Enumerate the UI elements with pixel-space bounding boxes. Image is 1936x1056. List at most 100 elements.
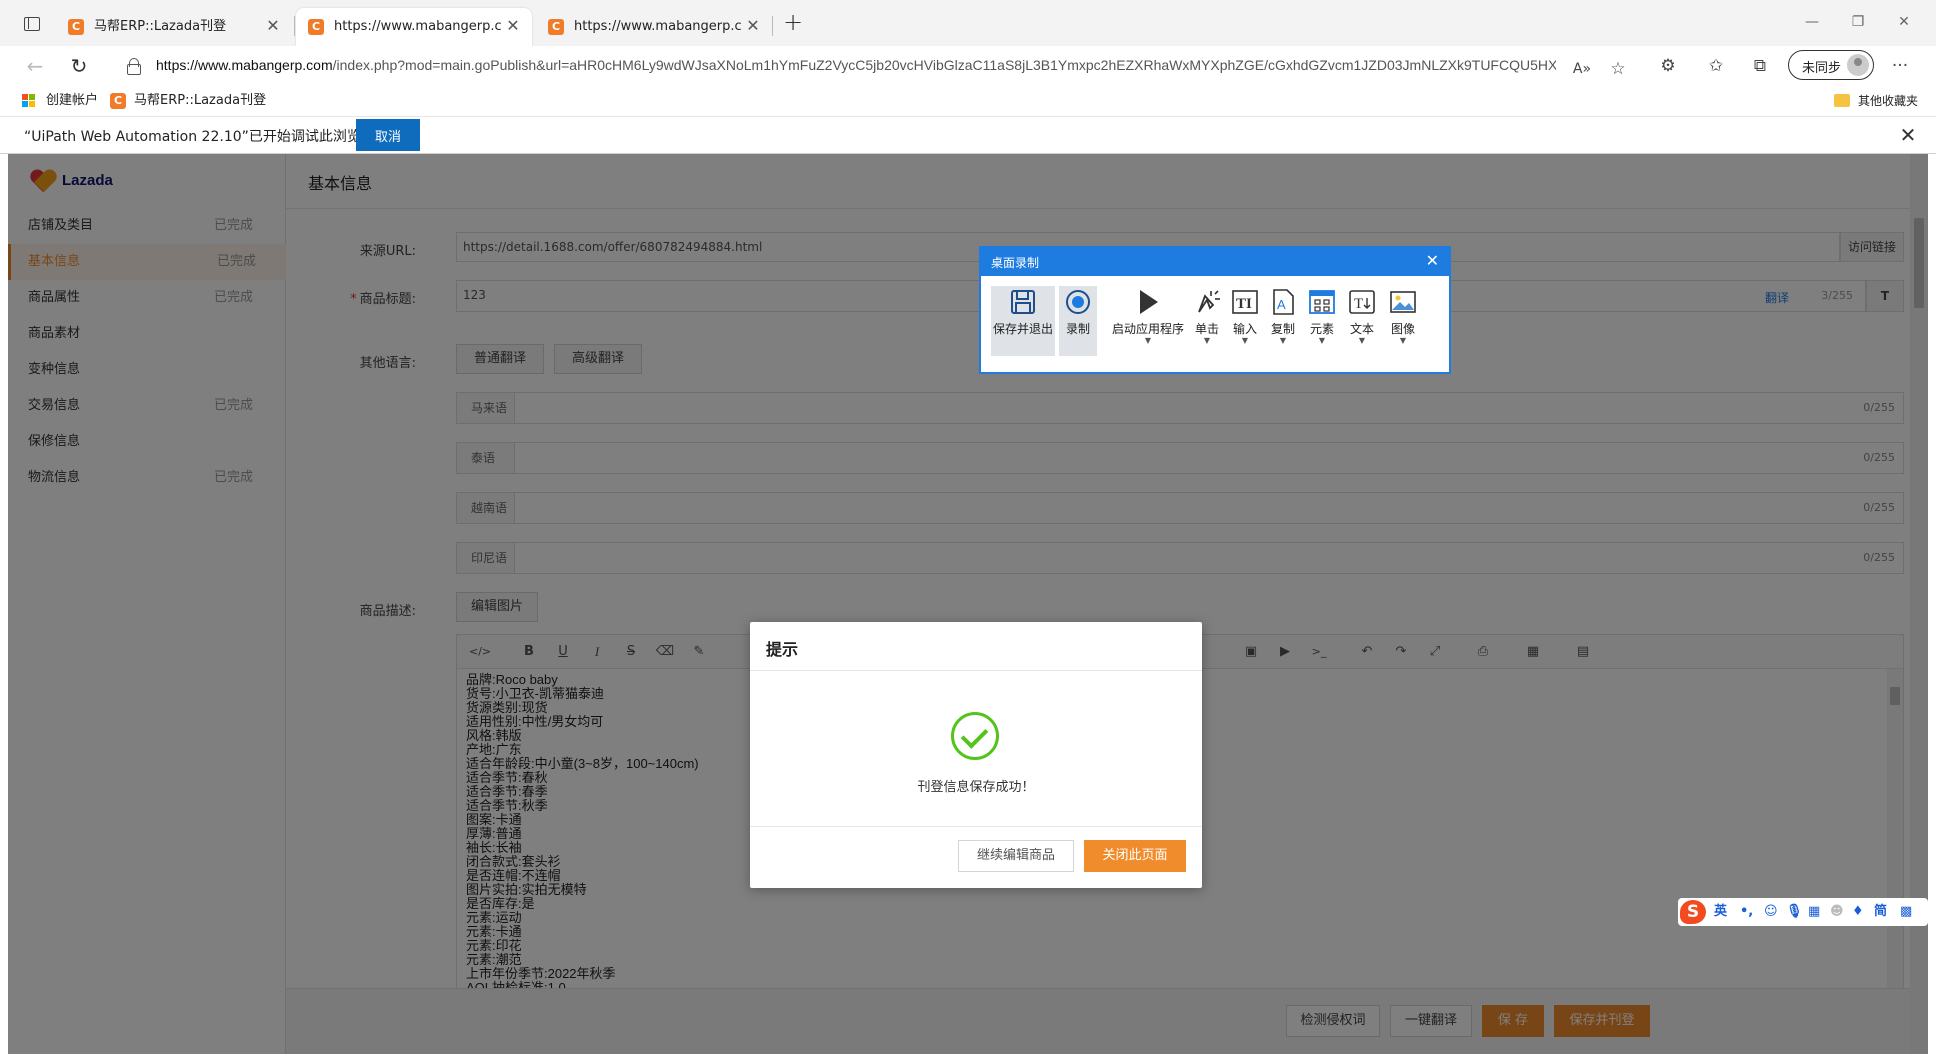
bookmark-label: 马帮ERP::Lazada刊登 (134, 93, 267, 108)
infobar-message: “UiPath Web Automation 22.10”已开始调试此浏览器 (24, 129, 375, 145)
mabang-favicon-icon: C (308, 19, 324, 35)
dropdown-caret-icon[interactable]: ▼ (1189, 336, 1225, 345)
bookmark-label: 创建帐户 (46, 93, 99, 108)
browser-tab-bar: C 马帮ERP::Lazada刊登 ✕ C https://www.mabang… (0, 0, 1936, 46)
svg-text:T: T (1354, 296, 1363, 312)
dropdown-caret-icon[interactable]: ▼ (1227, 336, 1263, 345)
dropdown-caret-icon[interactable]: ▼ (1109, 336, 1187, 345)
ime-language-toggle[interactable]: 英 (1714, 902, 1727, 922)
skin-shirt-icon[interactable]: ♦ (1852, 902, 1864, 922)
bookmark-mabang[interactable]: C 马帮ERP::Lazada刊登 (110, 91, 270, 111)
restore-icon[interactable]: ❐ (1838, 8, 1878, 36)
profile-button[interactable]: 未同步 (1788, 50, 1874, 80)
tab-title: https://www.mabangerp.com/inde... (334, 19, 502, 34)
dialog-message: 刊登信息保存成功！ (917, 780, 1035, 795)
browser-tab-1[interactable]: C 马帮ERP::Lazada刊登 ✕ (56, 8, 292, 46)
add-favorite-star-icon[interactable]: ☆ (1606, 57, 1630, 81)
recorder-close-icon[interactable]: ✕ (1426, 252, 1439, 270)
text-tool[interactable]: T 文本 ▼ (1343, 286, 1381, 356)
ime-mode-toggle[interactable]: 简 (1874, 902, 1887, 922)
new-tab-icon[interactable]: + (780, 10, 806, 36)
extensions-icon[interactable]: ⚙ (1656, 54, 1680, 78)
divider (750, 670, 1202, 671)
user-icon[interactable]: ☻ (1830, 902, 1844, 922)
tab-actions-icon[interactable] (20, 12, 42, 34)
modal-overlay (8, 154, 1928, 1054)
ime-menu-grid-icon[interactable]: ▩ (1900, 902, 1912, 922)
folder-icon (1834, 94, 1850, 107)
url-field[interactable]: https://www.mabangerp.com/index.php?mod=… (108, 49, 1638, 83)
dialog-title: 提示 (766, 640, 799, 659)
bookmark-create-account[interactable]: 创建帐户 (22, 91, 102, 111)
tab-close-icon[interactable]: ✕ (264, 17, 282, 35)
emoji-icon[interactable]: ☺ (1764, 902, 1778, 922)
read-aloud-icon[interactable]: A» (1570, 57, 1594, 81)
recorder-titlebar: 桌面录制 ✕ (981, 248, 1449, 276)
punctuation-icon[interactable]: •, (1740, 902, 1753, 922)
other-favorites-folder[interactable]: 其他收藏夹 (1834, 91, 1930, 111)
success-check-icon (951, 712, 999, 760)
record-tool[interactable]: 录制 (1059, 286, 1097, 356)
divider (750, 826, 1202, 827)
tool-label: 保存并退出 (992, 322, 1053, 336)
continue-editing-button[interactable]: 继续编辑商品 (958, 840, 1074, 872)
bookmarks-bar: 创建帐户 C 马帮ERP::Lazada刊登 其他收藏夹 (0, 86, 1936, 116)
floppy-icon (1011, 290, 1035, 314)
sogou-logo-icon[interactable]: S (1680, 900, 1706, 924)
browser-tab-2[interactable]: C https://www.mabangerp.com/inde... ✕ (296, 8, 532, 46)
back-arrow-icon[interactable]: ← (20, 52, 50, 80)
debug-infobar: “UiPath Web Automation 22.10”已开始调试此浏览器 取… (0, 116, 1936, 154)
page-viewport: Lazada 店铺及类目 已完成 基本信息 已完成 商品属性 已完成 商品素材 … (8, 154, 1928, 1054)
tool-label: 录制 (1065, 322, 1090, 336)
launch-app-tool[interactable]: 启动应用程序 ▼ (1109, 286, 1187, 356)
tool-label: 图像 (1390, 322, 1415, 336)
dropdown-caret-icon[interactable]: ▼ (1303, 336, 1341, 345)
type-icon: TI (1232, 290, 1258, 314)
minimize-icon[interactable]: — (1792, 8, 1832, 36)
text-icon: T (1349, 290, 1375, 314)
play-icon (1140, 290, 1158, 314)
mabang-favicon-icon: C (68, 19, 84, 35)
avatar-icon (1847, 54, 1869, 76)
svg-text:A: A (1277, 297, 1286, 312)
dropdown-caret-icon[interactable]: ▼ (1265, 336, 1301, 345)
infobar-cancel-button[interactable]: 取消 (356, 119, 420, 151)
image-icon (1390, 291, 1416, 313)
tab-title: https://www.mabangerp.com/inde... (574, 19, 742, 34)
mabang-favicon-icon: C (548, 19, 564, 35)
window-close-icon[interactable]: ✕ (1884, 8, 1924, 36)
voice-mic-icon[interactable]: 🎙 (1786, 902, 1803, 922)
tool-label: 元素 (1309, 322, 1334, 336)
tab-close-icon[interactable]: ✕ (504, 17, 522, 35)
ime-toolbar: S 英 •, ☺ 🎙 ▦ ☻ ♦ 简 ▩ (1678, 898, 1928, 926)
copy-text-icon: A (1273, 289, 1294, 315)
copy-tool[interactable]: A 复制 ▼ (1265, 286, 1301, 356)
collections-icon[interactable]: ⧉ (1748, 54, 1772, 78)
element-tool[interactable]: 元素 ▼ (1303, 286, 1341, 356)
microsoft-logo-icon (22, 94, 36, 108)
dropdown-caret-icon[interactable]: ▼ (1343, 336, 1381, 345)
url-text: https://www.mabangerp.com/index.php?mod=… (156, 57, 1556, 73)
url-domain: https://www.mabangerp.com (156, 57, 333, 73)
address-bar-row: ← ↻ https://www.mabangerp.com/index.php?… (0, 46, 1936, 86)
close-page-button[interactable]: 关闭此页面 (1084, 840, 1186, 872)
more-menu-icon[interactable]: ··· (1888, 54, 1912, 78)
type-tool[interactable]: TI 输入 ▼ (1227, 286, 1263, 356)
mabang-favicon-icon: C (110, 93, 126, 109)
lock-icon (126, 58, 141, 75)
refresh-icon[interactable]: ↻ (64, 52, 94, 80)
click-tool[interactable]: 单击 ▼ (1189, 286, 1225, 356)
tab-close-icon[interactable]: ✕ (744, 17, 762, 35)
tool-label: 复制 (1270, 322, 1295, 336)
save-and-exit-tool[interactable]: 保存并退出 (991, 286, 1055, 356)
keyboard-icon[interactable]: ▦ (1808, 902, 1820, 922)
image-tool[interactable]: 图像 ▼ (1383, 286, 1423, 356)
browser-tab-3[interactable]: C https://www.mabangerp.com/inde... ✕ (536, 8, 772, 46)
dropdown-caret-icon[interactable]: ▼ (1383, 336, 1423, 345)
record-icon (1066, 290, 1090, 314)
infobar-close-icon[interactable]: ✕ (1896, 123, 1920, 147)
favorites-icon[interactable]: ✩ (1704, 54, 1728, 78)
profile-label: 未同步 (1802, 61, 1842, 76)
tool-label: 单击 (1194, 322, 1219, 336)
tool-label: 启动应用程序 (1111, 322, 1184, 336)
